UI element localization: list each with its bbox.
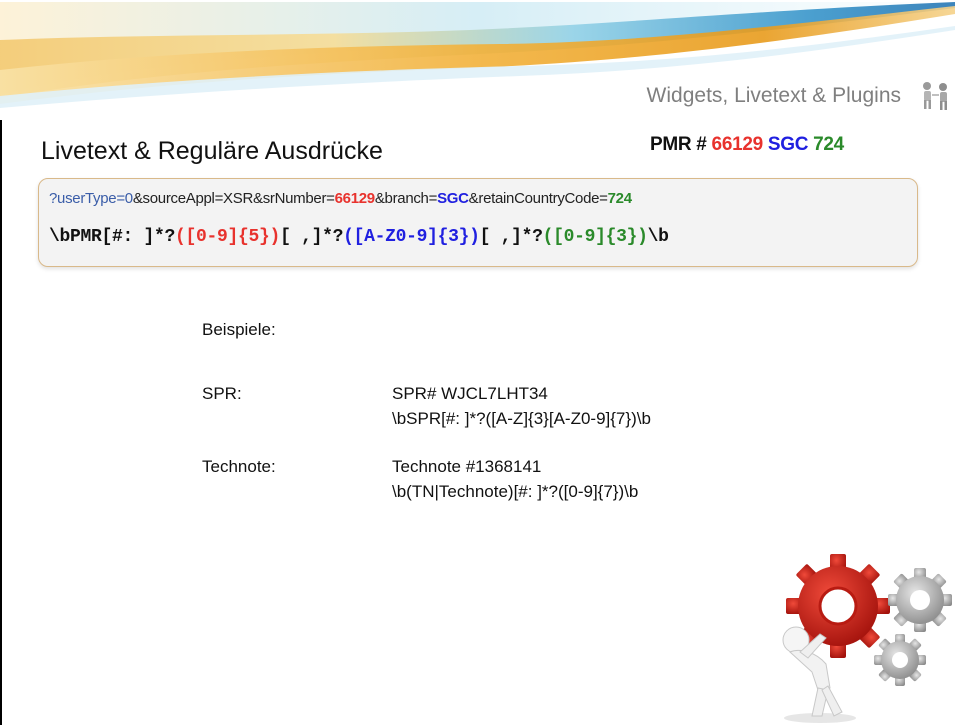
people-icon [923,82,947,110]
url-part: ?userType=0 [49,190,133,207]
pmr-branch: SGC [767,134,809,155]
pmr-prefix: PMR # [650,134,712,155]
example-regex: \b(TN|Technote)[#: ]*?([0-9]{7})\b [392,482,639,501]
url-part: &branch= [374,190,438,207]
gears-person-illustration [782,554,952,723]
regex-part: \bPMR[#: ]*? [49,227,176,247]
pmr-number: 66129 [711,134,764,155]
regex-part: ([0-9]{5}) [175,227,281,247]
grey-gear-icon [888,568,952,632]
example-regex: \bSPR[#: ]*?([A-Z]{3}[A-Z0-9]{7})\b [392,409,651,428]
pmr-reference: PMR # 66129 SGC 724 [650,134,844,156]
url-part: SGC [437,190,469,207]
url-line: ?userType=0&sourceAppl=XSR&srNumber=6612… [49,190,632,207]
slide-title: Livetext & Reguläre Ausdrücke [41,137,383,165]
url-part: &sourceAppl=XSR&srNumber= [132,190,335,207]
url-part: 66129 [334,190,376,207]
small-grey-gear-icon [874,634,926,686]
example-value: SPR# WJCL7LHT34 [392,384,548,403]
examples-heading: Beispiele: [202,320,276,339]
regex-part: ([0-9]{3}) [542,227,648,247]
section-title: Widgets, Livetext & Plugins [646,84,901,107]
regex-part: [ ,]*? [280,227,344,247]
regex-part: \b [647,227,669,247]
regex-line: \bPMR[#: ]*?([0-9]{5})[ ,]*?([A-Z0-9]{3}… [49,227,669,247]
regex-part: [ ,]*? [479,227,543,247]
example-label: SPR: [202,384,242,403]
url-part: &retainCountryCode= [468,190,608,207]
pmr-country: 724 [813,134,844,155]
example-value: Technote #1368141 [392,457,542,476]
code-box: ?userType=0&sourceAppl=XSR&srNumber=6612… [38,178,918,267]
regex-part: ([A-Z0-9]{3}) [343,227,480,247]
url-part: 724 [607,190,632,207]
slide: Widgets, Livetext & Plugins Livetext & R… [0,0,955,725]
example-label: Technote: [202,457,276,476]
